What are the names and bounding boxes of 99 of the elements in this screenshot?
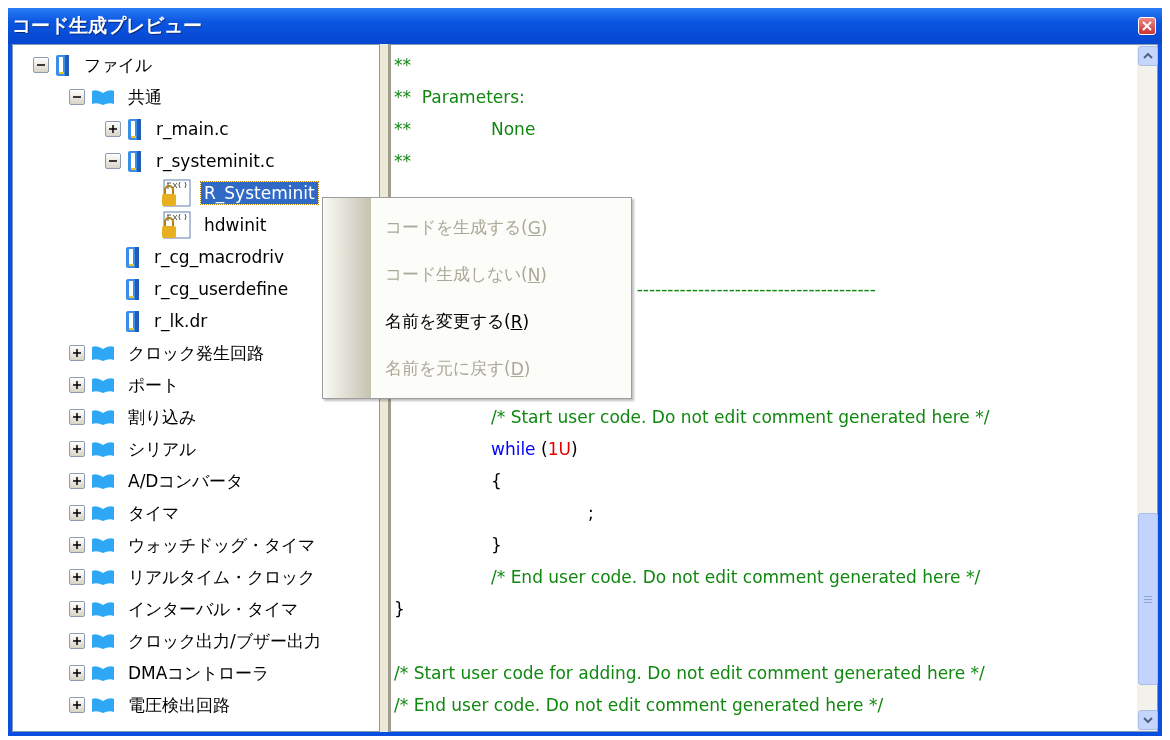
expand-button[interactable]: [69, 601, 85, 617]
plus-icon: [73, 573, 81, 581]
book-icon: [91, 504, 115, 522]
expand-button[interactable]: [69, 409, 85, 425]
book-icon: [91, 696, 115, 714]
document-icon: [125, 309, 141, 333]
tree-item[interactable]: A/Dコンバータ: [125, 468, 247, 494]
document-icon: [125, 245, 141, 269]
plus-icon: [109, 125, 117, 133]
tree-item[interactable]: 共通: [125, 84, 165, 110]
function-lock-icon: [161, 211, 191, 239]
book-icon: [91, 344, 115, 362]
expand-button[interactable]: [69, 665, 85, 681]
book-icon: [91, 600, 115, 618]
plus-icon: [73, 381, 81, 389]
tree-item[interactable]: r_lk.dr: [151, 310, 211, 332]
plus-icon: [73, 349, 81, 357]
tree-item[interactable]: タイマ: [125, 500, 182, 526]
expand-button[interactable]: [69, 697, 85, 713]
close-button[interactable]: [1138, 17, 1156, 35]
document-icon: [127, 117, 143, 141]
tree-item[interactable]: ウォッチドッグ・タイマ: [125, 532, 318, 558]
plus-icon: [73, 509, 81, 517]
plus-icon: [73, 701, 81, 709]
scroll-down-button[interactable]: [1138, 710, 1158, 730]
code-line: ** None: [394, 119, 536, 139]
plus-icon: [73, 477, 81, 485]
code-line: ---------------------------------------: [636, 279, 876, 299]
document-icon: [127, 149, 143, 173]
book-icon: [91, 664, 115, 682]
tree-item[interactable]: r_main.c: [153, 118, 232, 140]
code-line: while (1U): [491, 439, 578, 459]
menu-item[interactable]: 名前を変更する(R): [371, 298, 631, 345]
tree-item[interactable]: r_cg_macrodriv: [151, 246, 288, 268]
expand-button[interactable]: [69, 345, 85, 361]
tree-item[interactable]: シリアル: [125, 436, 199, 462]
expand-button[interactable]: [69, 505, 85, 521]
grip-icon: [1144, 595, 1152, 603]
expand-button[interactable]: [69, 473, 85, 489]
book-icon: [91, 408, 115, 426]
plus-icon: [73, 637, 81, 645]
scroll-up-button[interactable]: [1138, 46, 1158, 66]
tree-item[interactable]: インターバル・タイマ: [125, 596, 301, 622]
code-line: /* Start user code for adding. Do not edit comment generated here */: [394, 663, 985, 683]
tree-item[interactable]: ポート: [125, 372, 182, 398]
expand-button[interactable]: [69, 537, 85, 553]
minus-icon: [37, 61, 45, 69]
book-icon: [91, 440, 115, 458]
expand-button[interactable]: [69, 569, 85, 585]
tree-item[interactable]: 電圧検出回路: [125, 692, 233, 718]
code-line: /* End user code. Do not edit comment generated here */: [394, 695, 884, 715]
minus-icon: [109, 157, 117, 165]
tree-item[interactable]: クロック出力/ブザー出力: [125, 628, 324, 654]
code-line: }: [491, 535, 502, 555]
tree-item[interactable]: 割り込み: [125, 404, 199, 430]
collapse-button[interactable]: [33, 57, 49, 73]
expand-button[interactable]: [69, 441, 85, 457]
plus-icon: [73, 541, 81, 549]
code-line: ;: [588, 503, 594, 523]
document-icon: [125, 277, 141, 301]
code-line: /* Start user code. Do not edit comment generated here */: [491, 407, 990, 427]
tree-item[interactable]: クロック発生回路: [125, 340, 267, 366]
code-line: }: [394, 599, 405, 619]
window-title: コード生成プレビュー: [12, 13, 202, 38]
tree-item[interactable]: R_Systeminit: [201, 182, 318, 204]
function-lock-icon: [161, 179, 191, 207]
minus-icon: [73, 93, 81, 101]
collapse-button[interactable]: [69, 89, 85, 105]
expand-button[interactable]: [69, 633, 85, 649]
tree-item[interactable]: r_cg_userdefine: [151, 278, 292, 300]
code-line: **: [394, 151, 411, 171]
tree-item[interactable]: r_systeminit.c: [153, 150, 278, 172]
chevron-up-icon: [1143, 53, 1153, 59]
plus-icon: [73, 413, 81, 421]
scroll-thumb[interactable]: [1138, 513, 1158, 685]
document-icon: [55, 53, 71, 77]
book-icon: [91, 632, 115, 650]
scroll-bar[interactable]: [1137, 45, 1157, 731]
code-line: **: [394, 55, 411, 75]
collapse-button[interactable]: [105, 153, 121, 169]
book-icon: [91, 568, 115, 586]
tree-item[interactable]: ファイル: [81, 52, 155, 78]
plus-icon: [73, 669, 81, 677]
close-icon: [1142, 21, 1152, 31]
plus-icon: [73, 445, 81, 453]
expand-button[interactable]: [69, 377, 85, 393]
code-line: /* End user code. Do not edit comment generated here */: [491, 567, 981, 587]
code-line: ** Parameters:: [394, 87, 525, 107]
book-icon: [91, 88, 115, 106]
expand-button[interactable]: [105, 121, 121, 137]
tree-item[interactable]: hdwinit: [201, 214, 270, 236]
tree-item[interactable]: DMAコントローラ: [125, 660, 273, 686]
book-icon: [91, 536, 115, 554]
code-line: {: [491, 471, 502, 491]
book-icon: [91, 376, 115, 394]
tree-item[interactable]: リアルタイム・クロック: [125, 564, 318, 590]
chevron-down-icon: [1143, 717, 1153, 723]
plus-icon: [73, 605, 81, 613]
book-icon: [91, 472, 115, 490]
